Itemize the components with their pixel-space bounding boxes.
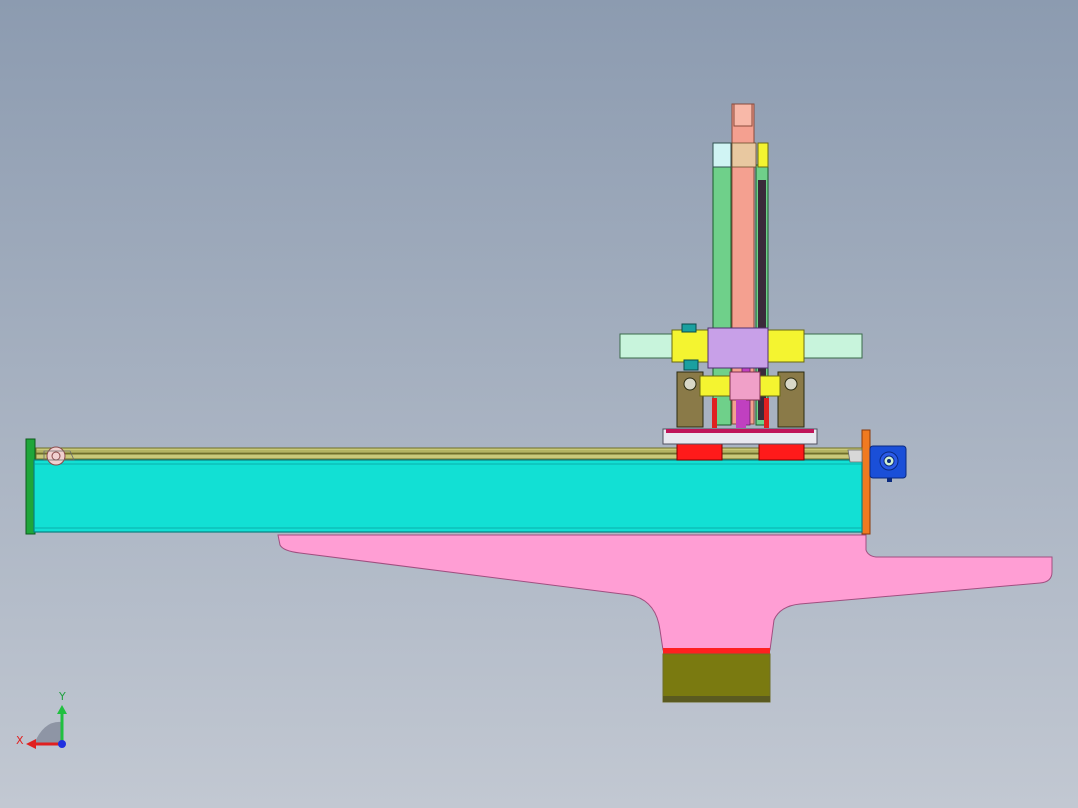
pedestal-foot-base [663, 696, 770, 702]
cad-viewport[interactable]: Y X [0, 0, 1078, 808]
bearing-left [683, 377, 697, 391]
teal-sensor-box [681, 323, 697, 333]
cad-canvas[interactable]: Y X [0, 0, 1078, 808]
left-cylinder-rod [619, 333, 681, 359]
carriage-plate-accent [666, 429, 814, 433]
top-block-mid [731, 142, 757, 168]
right-cylinder-body [767, 329, 805, 363]
column-slide-top [733, 103, 753, 127]
servo-motor-icon[interactable] [869, 445, 907, 482]
right-end-plate [861, 429, 871, 535]
lower-rail [35, 453, 863, 460]
right-cylinder-rod [799, 333, 863, 359]
left-cylinder-body [671, 329, 709, 363]
base-beam [33, 459, 863, 533]
lower-red-link-right [764, 398, 769, 428]
carriage-block-right [758, 443, 805, 461]
center-block [707, 327, 769, 369]
lower-magenta-link [736, 400, 746, 428]
lower-pink-block [729, 371, 761, 401]
viewport-background [0, 0, 1078, 808]
carriage-block-left [676, 443, 723, 461]
top-block-pale [712, 142, 732, 168]
upper-rail [35, 447, 863, 454]
pedestal-band [663, 648, 770, 654]
lower-teal-box [683, 359, 699, 371]
triad-x-label: X [16, 734, 24, 747]
right-belt-cap [847, 449, 863, 463]
triad-y-label: Y [58, 690, 66, 703]
lower-red-link-left [712, 398, 717, 428]
pedestal-foot [662, 653, 771, 703]
top-block-yellow [757, 142, 769, 168]
bearing-right [784, 377, 798, 391]
